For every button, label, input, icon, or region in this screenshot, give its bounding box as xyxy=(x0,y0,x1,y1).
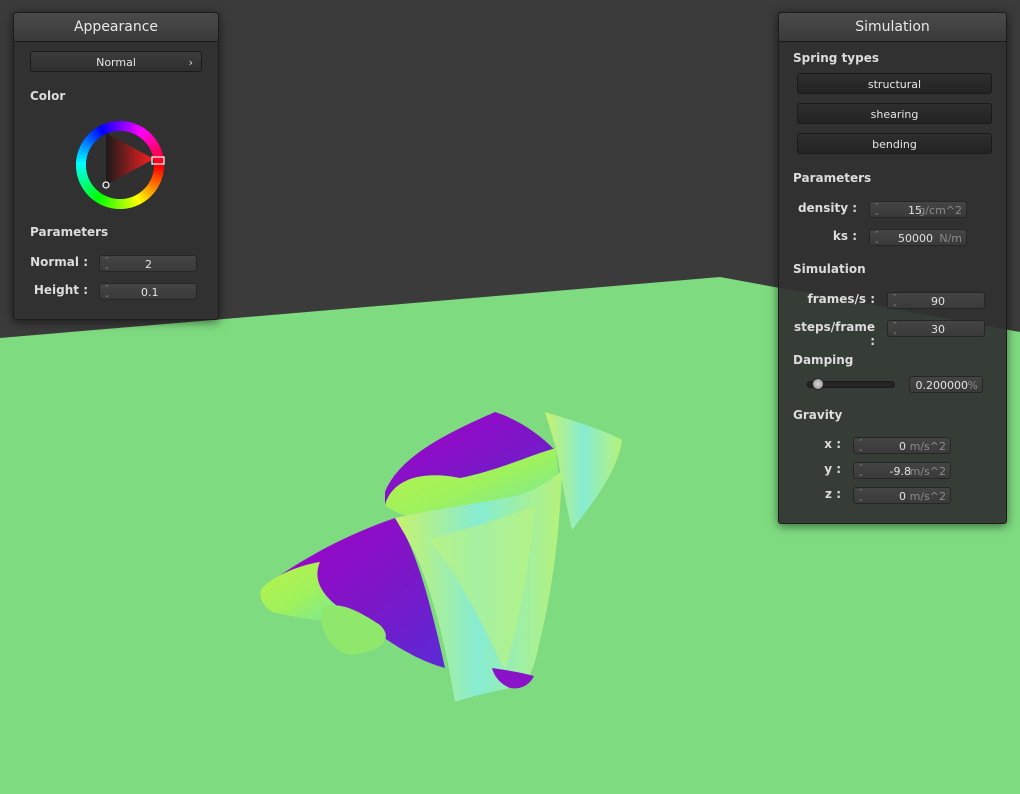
gravity-z-label: z : xyxy=(825,487,841,501)
spinner-icon[interactable]: ⌃ ⌄ xyxy=(874,230,880,245)
damping-label: Damping xyxy=(793,353,854,367)
spinner-icon[interactable]: ⌃ ⌄ xyxy=(892,293,898,308)
density-label: density : xyxy=(797,201,857,215)
appearance-panel-title: Appearance xyxy=(14,13,218,42)
steps-value: 30 xyxy=(931,323,945,336)
shearing-toggle-button[interactable]: shearing xyxy=(797,103,992,124)
damping-slider-handle[interactable] xyxy=(812,378,825,390)
fps-input[interactable]: ⌃ ⌄ 90 xyxy=(887,292,985,309)
gravity-z-value: 0 xyxy=(899,490,906,503)
spinner-icon[interactable]: ⌃ ⌄ xyxy=(858,463,864,478)
spinner-icon[interactable]: ⌃ ⌄ xyxy=(874,202,880,217)
fps-value: 90 xyxy=(931,295,945,308)
steps-input[interactable]: ⌃ ⌄ 30 xyxy=(887,320,985,337)
gravity-label: Gravity xyxy=(793,408,843,422)
damping-value: 0.200000 xyxy=(915,379,969,392)
gravity-x-unit: m/s^2 xyxy=(909,440,946,453)
color-section-label: Color xyxy=(30,89,66,103)
gravity-x-value: 0 xyxy=(899,440,906,453)
spinner-icon[interactable]: ⌃ ⌄ xyxy=(104,256,110,271)
spinner-icon[interactable]: ⌃ ⌄ xyxy=(104,284,110,299)
fps-label: frames/s : xyxy=(807,292,875,306)
simulation-panel-title: Simulation xyxy=(779,13,1006,42)
sim-parameters-label: Parameters xyxy=(793,171,872,185)
simulation-panel: Simulation Spring types structural shear… xyxy=(778,12,1007,524)
simulation-section-label: Simulation xyxy=(793,262,866,276)
spinner-icon[interactable]: ⌃ ⌄ xyxy=(858,438,864,453)
normal-label: Normal : xyxy=(30,255,88,269)
gravity-y-input[interactable]: ⌃ ⌄ -9.8 m/s^2 xyxy=(853,462,951,479)
gravity-z-input[interactable]: ⌃ ⌄ 0 m/s^2 xyxy=(853,487,951,504)
spinner-icon[interactable]: ⌃ ⌄ xyxy=(858,488,864,503)
height-input[interactable]: ⌃ ⌄ 0.1 xyxy=(99,283,197,300)
ks-label: ks : xyxy=(832,229,857,243)
spring-types-label: Spring types xyxy=(793,51,880,65)
appearance-parameters-label: Parameters xyxy=(30,225,109,239)
structural-toggle-button[interactable]: structural xyxy=(797,73,992,94)
ks-value: 50000 xyxy=(898,232,933,245)
bending-toggle-button[interactable]: bending xyxy=(797,133,992,154)
gravity-y-unit: m/s^2 xyxy=(909,465,946,478)
damping-input[interactable]: 0.200000 % xyxy=(909,376,983,393)
gravity-x-input[interactable]: ⌃ ⌄ 0 m/s^2 xyxy=(853,437,951,454)
height-value: 0.1 xyxy=(141,286,159,299)
damping-unit: % xyxy=(967,379,978,392)
gravity-z-unit: m/s^2 xyxy=(909,490,946,503)
gravity-x-label: x : xyxy=(824,437,841,451)
height-label: Height : xyxy=(33,283,88,297)
steps-label: steps/frame : xyxy=(793,320,875,348)
gravity-y-value: -9.8 xyxy=(889,465,911,478)
density-input[interactable]: ⌃ ⌄ 15 g/cm^2 xyxy=(869,201,967,218)
chevron-right-icon: › xyxy=(188,56,193,69)
spinner-icon[interactable]: ⌃ ⌄ xyxy=(892,321,898,336)
gravity-y-label: y : xyxy=(824,462,841,476)
shader-select-label: Normal xyxy=(96,56,136,69)
normal-value: 2 xyxy=(145,258,152,271)
shader-select[interactable]: Normal › xyxy=(30,51,202,72)
appearance-panel: Appearance Normal › Color Parameters Nor… xyxy=(13,12,219,320)
ks-unit: N/m xyxy=(939,232,962,245)
ks-input[interactable]: ⌃ ⌄ 50000 N/m xyxy=(869,229,967,246)
density-unit: g/cm^2 xyxy=(918,204,962,217)
normal-input[interactable]: ⌃ ⌄ 2 xyxy=(99,255,197,272)
color-wheel[interactable] xyxy=(70,115,170,215)
